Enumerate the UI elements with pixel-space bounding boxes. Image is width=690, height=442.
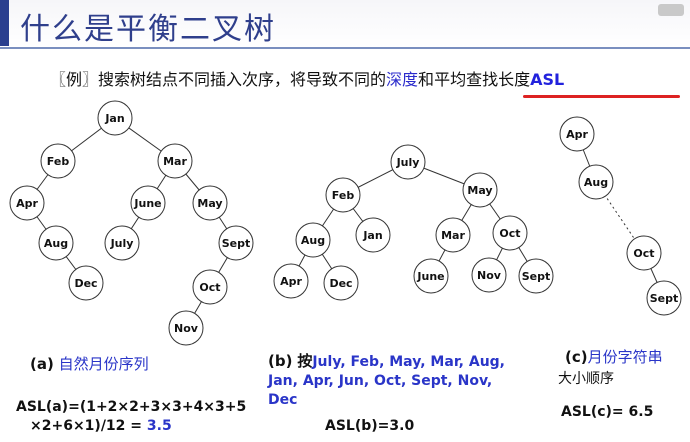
tree-c-labels: Apr Aug Oct Sept: [566, 128, 678, 305]
tree-a-nodes: [9, 100, 254, 346]
tree-b-label: Aug: [301, 234, 325, 247]
asl-a-line2-row: ×2+6×1)/12 = 3.5: [16, 417, 246, 436]
caption-c-text2: 大小顺序: [558, 371, 614, 387]
tree-b-label: Dec: [329, 277, 352, 290]
tree-a-label: July: [110, 237, 134, 250]
tree-b-label: May: [467, 184, 492, 197]
tree-a-label: Oct: [199, 281, 220, 294]
caption-c-text1: 月份字符串: [587, 348, 663, 366]
tree-b-label: July: [396, 156, 420, 169]
asl-b-result: ASL(b)=3.0: [325, 418, 415, 434]
tree-a-label: Aug: [44, 237, 68, 250]
caption-a: (a) 自然月份序列: [30, 353, 149, 374]
caption-b-label: (b): [268, 352, 293, 370]
asl-a-formula: ASL(a)=(1+2×2+3×3+4×3+5 ×2+6×1)/12 = 3.5: [16, 398, 246, 436]
tree-a-label: Apr: [16, 197, 38, 210]
tree-c-label: Aug: [584, 176, 608, 189]
asl-a-result: 3.5: [146, 418, 172, 434]
tree-c-edges: [576, 133, 665, 299]
tree-c-nodes: [559, 116, 682, 316]
caption-c-label: (c): [565, 348, 588, 366]
tree-a-label: Mar: [163, 155, 187, 168]
asl-a-line2: ×2+6×1)/12 =: [30, 418, 147, 434]
caption-a-label: (a): [30, 355, 54, 373]
tree-a-label: Jan: [104, 112, 124, 125]
slide: 什么是平衡二叉树 〖例〗搜索树结点不同插入次序，将导致不同的深度和平均查找长度A…: [0, 0, 690, 442]
tree-a-label: Sept: [222, 237, 251, 250]
tree-b-label: Oct: [499, 227, 520, 240]
tree-b-label: Apr: [280, 275, 302, 288]
tree-b-label: Sept: [522, 270, 551, 283]
tree-b-label: Feb: [332, 189, 355, 202]
tree-b-label: Nov: [477, 269, 502, 282]
tree-b-label: Jan: [362, 229, 382, 242]
tree-b-label: Mar: [441, 229, 465, 242]
asl-c-result: ASL(c)= 6.5: [561, 404, 654, 420]
tree-a-label: May: [197, 197, 222, 210]
caption-b-lead: 按: [297, 352, 313, 370]
tree-b-label: June: [416, 270, 444, 283]
tree-a-label: Nov: [174, 322, 199, 335]
tree-a-label: Dec: [74, 277, 97, 290]
tree-c-label: Apr: [566, 128, 588, 141]
caption-c: (c)月份字符串: [565, 346, 663, 367]
tree-a-label: June: [133, 197, 161, 210]
asl-a-line1: ASL(a)=(1+2×2+3×3+4×3+5: [16, 399, 247, 415]
tree-a-label: Feb: [47, 155, 70, 168]
tree-c-label: Sept: [650, 292, 679, 305]
caption-b: (b) 按July, Feb, May, Mar, Aug, Jan, Apr,…: [268, 352, 508, 410]
tree-c-label: Oct: [633, 247, 654, 260]
caption-a-text: 自然月份序列: [58, 355, 149, 373]
